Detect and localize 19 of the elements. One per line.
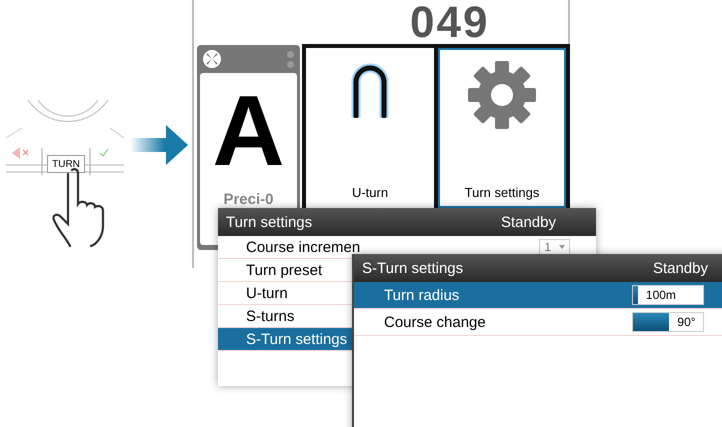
caret-icon [559,245,565,249]
panel-title: S-Turn settings [362,260,464,276]
mode-name: Preci-0 [223,191,274,208]
status-text: Standby [500,214,556,230]
arrow-icon [130,125,188,165]
page-dots-icon [287,50,294,68]
setting-label[interactable]: Turn radius [384,286,460,304]
menu-tile[interactable]: U-turn [306,48,434,208]
heading-readout: 049 [410,0,490,48]
propeller-icon [203,50,221,68]
panel-title: Turn settings [226,214,312,230]
status-text: Standby [652,260,708,276]
menu-tile[interactable]: Turn settings [438,48,566,208]
value-slider-field[interactable]: 100m [632,285,704,305]
settings-icon [467,60,537,130]
setting-label[interactable]: Course change [384,314,486,330]
value-slider-field[interactable]: 90° [632,312,704,332]
mode-letter: A [212,81,285,181]
turn-key[interactable]: TURN [47,155,85,173]
